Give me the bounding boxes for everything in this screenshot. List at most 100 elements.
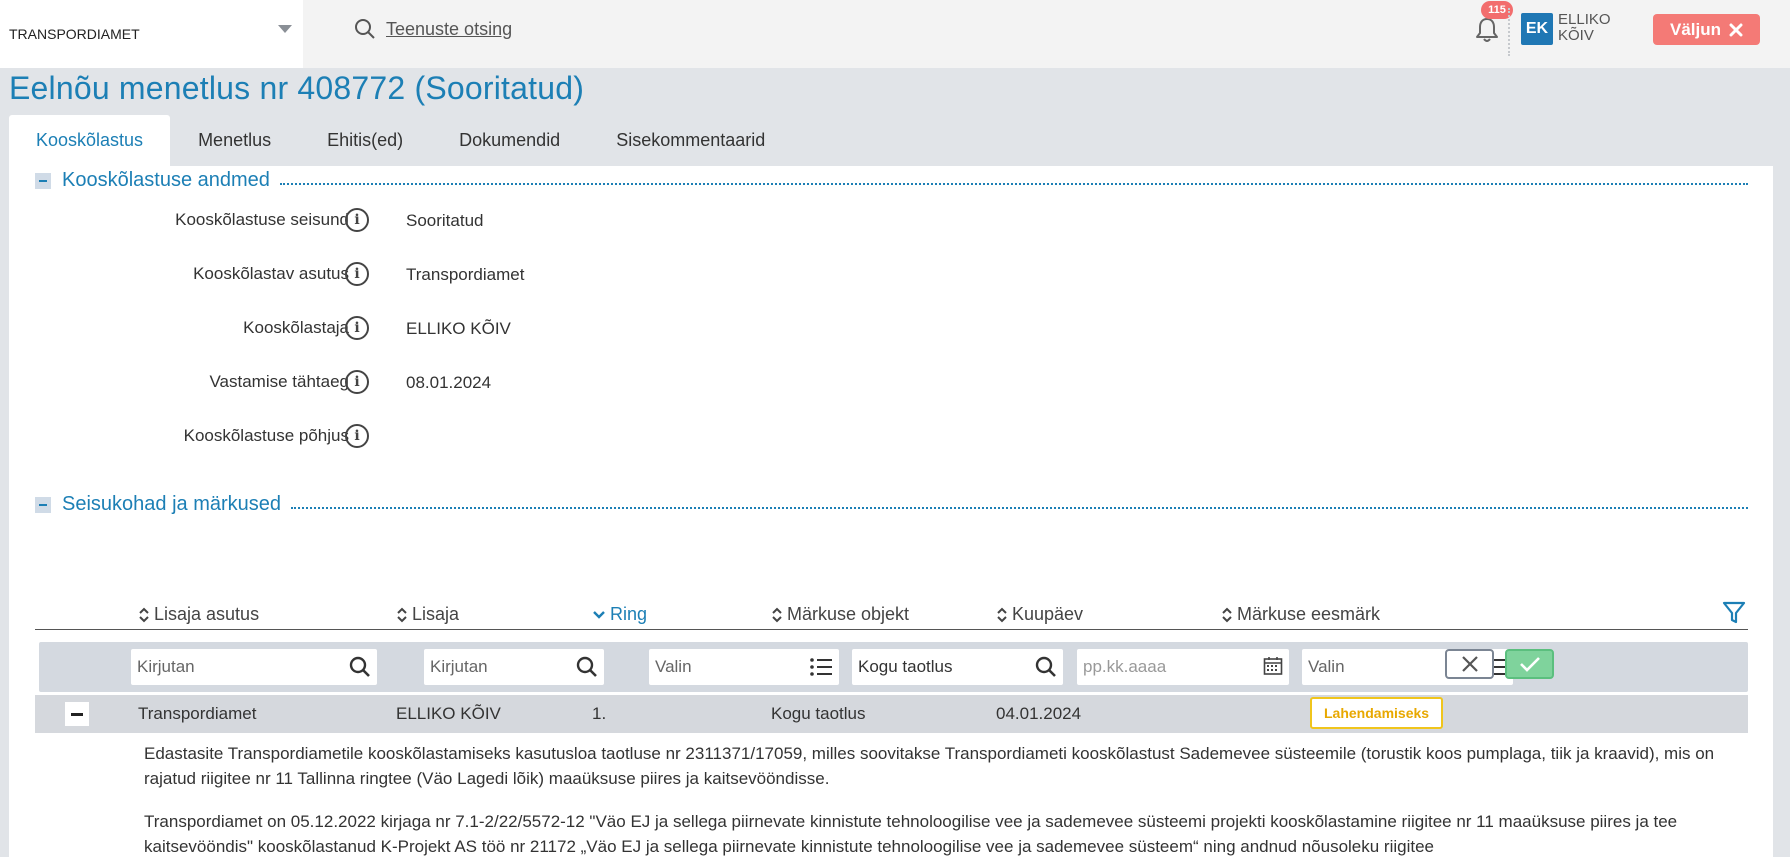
apply-filters-button[interactable] — [1505, 649, 1554, 679]
organization-select[interactable]: TRANSPORDIAMET — [0, 0, 303, 68]
field-label: Kooskõlastav asutus — [193, 264, 349, 283]
section-title: Seisukohad ja märkused — [62, 493, 282, 515]
search-icon — [576, 656, 597, 677]
filter-value: Kogu taotlus — [858, 657, 953, 676]
bell-icon[interactable] — [1474, 16, 1500, 44]
search-icon — [349, 656, 370, 677]
info-icon[interactable]: i — [345, 370, 369, 394]
filter-row: Kirjutan Kirjutan Valin Kogu taotlus pp.… — [39, 642, 1748, 692]
field-row-pohjus: Kooskõlastuse põhjus i — [9, 422, 909, 452]
organization-value: TRANSPORDIAMET — [9, 26, 140, 42]
table-row[interactable]: Transpordiamet ELLIKO KÕIV 1. Kogu taotl… — [35, 695, 1748, 733]
field-value: 08.01.2024 — [406, 373, 492, 392]
cell-lisaja: ELLIKO KÕIV — [396, 704, 501, 723]
tab-bar: Kooskõlastus Menetlus Ehitis(ed) Dokumen… — [9, 115, 793, 166]
filter-placeholder: Kirjutan — [430, 657, 488, 676]
filter-placeholder: pp.kk.aaaa — [1083, 657, 1167, 676]
avatar[interactable]: EK — [1521, 13, 1553, 45]
info-icon[interactable]: i — [345, 316, 369, 340]
funnel-icon[interactable] — [1722, 600, 1746, 626]
filter-lisaja-input[interactable]: Kirjutan — [424, 649, 604, 685]
column-header-markuse-eesmark[interactable]: Märkuse eesmärk — [1221, 604, 1380, 625]
sort-icon — [139, 607, 149, 622]
status-badge: Lahendamiseks — [1310, 697, 1444, 729]
section-divider — [291, 506, 1748, 509]
info-icon[interactable]: i — [345, 424, 369, 448]
service-search-label: Teenuste otsing — [386, 18, 513, 39]
logout-button[interactable]: Väljun — [1653, 14, 1760, 45]
divider — [1508, 8, 1510, 56]
column-header-lisaja-asutus[interactable]: Lisaja asutus — [138, 604, 259, 625]
chevron-down-icon — [278, 25, 292, 33]
cell-kuupaev: 04.01.2024 — [996, 704, 1082, 723]
filter-lisaja-asutus-input[interactable]: Kirjutan — [131, 649, 377, 685]
column-header-lisaja[interactable]: Lisaja — [396, 604, 459, 625]
column-label: Ring — [610, 604, 648, 624]
close-icon — [1729, 23, 1743, 36]
column-label: Märkuse objekt — [787, 604, 910, 624]
field-row-asutus: Kooskõlastav asutus i Transpordiamet — [9, 260, 909, 290]
field-value: Sooritatud — [406, 211, 484, 230]
page-title: Eelnõu menetlus nr 408772 (Sooritatud) — [9, 70, 585, 106]
column-label: Lisaja asutus — [154, 604, 260, 624]
filter-placeholder: Valin — [1308, 657, 1345, 676]
search-icon — [1035, 656, 1056, 677]
calendar-icon[interactable] — [1263, 656, 1283, 676]
collapse-icon[interactable] — [35, 496, 51, 513]
sort-icon — [772, 607, 782, 622]
check-icon — [1519, 657, 1540, 672]
sort-icon — [397, 607, 407, 622]
tab-ehitised[interactable]: Ehitis(ed) — [299, 115, 431, 166]
table-header: Lisaja asutus Lisaja Ring Märkuse objekt… — [35, 600, 1748, 630]
section-header-kooskolastuse-andmed: Kooskõlastuse andmed — [35, 169, 1748, 192]
column-header-kuupaev[interactable]: Kuupäev — [996, 604, 1083, 625]
clear-filters-button[interactable] — [1445, 649, 1494, 679]
tab-kooskolastus[interactable]: Kooskõlastus — [9, 115, 171, 166]
comment-paragraph: Transpordiamet on 05.12.2022 kirjaga nr … — [144, 812, 1678, 856]
info-icon[interactable]: i — [345, 262, 369, 286]
filter-ring-select[interactable]: Valin — [649, 649, 839, 685]
column-label: Lisaja — [412, 604, 460, 624]
column-header-ring[interactable]: Ring — [592, 604, 647, 625]
close-icon — [1461, 656, 1478, 672]
info-icon[interactable]: i — [345, 208, 369, 232]
sort-icon — [1222, 607, 1232, 622]
chevron-down-icon — [593, 610, 605, 619]
tab-dokumendid[interactable]: Dokumendid — [431, 115, 588, 166]
filter-kuupaev-input[interactable]: pp.kk.aaaa — [1077, 649, 1289, 685]
filter-placeholder: Valin — [655, 657, 692, 676]
user-name[interactable]: ELLIKO KÕIV — [1558, 12, 1628, 44]
cell-objekt: Kogu taotlus — [771, 704, 866, 723]
collapse-icon[interactable] — [65, 702, 89, 726]
field-value: Transpordiamet — [406, 265, 525, 284]
tab-sisekommentaarid[interactable]: Sisekommentaarid — [588, 115, 793, 166]
main-panel: Kooskõlastuse andmed Kooskõlastuse seisu… — [9, 166, 1773, 857]
field-label: Kooskõlastuse seisund — [175, 210, 349, 229]
cell-asutus: Transpordiamet — [138, 704, 257, 723]
sort-icon — [997, 607, 1007, 622]
logout-label: Väljun — [1669, 19, 1721, 39]
field-label: Kooskõlastaja — [243, 318, 349, 337]
top-bar: TRANSPORDIAMET Teenuste otsing 115 EK EL… — [0, 0, 1790, 68]
cell-ring: 1. — [592, 704, 607, 723]
collapse-icon[interactable] — [35, 172, 51, 189]
filter-objekt-input[interactable]: Kogu taotlus — [852, 649, 1063, 685]
tab-menetlus[interactable]: Menetlus — [170, 115, 299, 166]
column-label: Märkuse eesmärk — [1237, 604, 1381, 624]
service-search-link[interactable]: Teenuste otsing — [354, 16, 512, 42]
field-label: Vastamise tähtaeg — [209, 372, 349, 391]
comment-paragraph: Edastasite Transpordiametile kooskõlasta… — [144, 744, 1715, 788]
column-label: Kuupäev — [1012, 604, 1084, 624]
field-value: ELLIKO KÕIV — [406, 319, 511, 338]
field-label: Kooskõlastuse põhjus — [183, 426, 349, 445]
section-header-seisukohad: Seisukohad ja märkused — [35, 493, 1748, 516]
column-header-markuse-objekt[interactable]: Märkuse objekt — [771, 604, 909, 625]
field-row-seisund: Kooskõlastuse seisund i Sooritatud — [9, 206, 909, 236]
section-divider — [279, 182, 1748, 185]
field-row-kooskolastaja: Kooskõlastaja i ELLIKO KÕIV — [9, 314, 909, 344]
field-row-tahtaeg: Vastamise tähtaeg i 08.01.2024 — [9, 368, 909, 398]
search-icon — [355, 19, 375, 39]
list-icon — [810, 658, 832, 676]
section-title: Kooskõlastuse andmed — [62, 169, 270, 191]
filter-placeholder: Kirjutan — [137, 657, 195, 676]
